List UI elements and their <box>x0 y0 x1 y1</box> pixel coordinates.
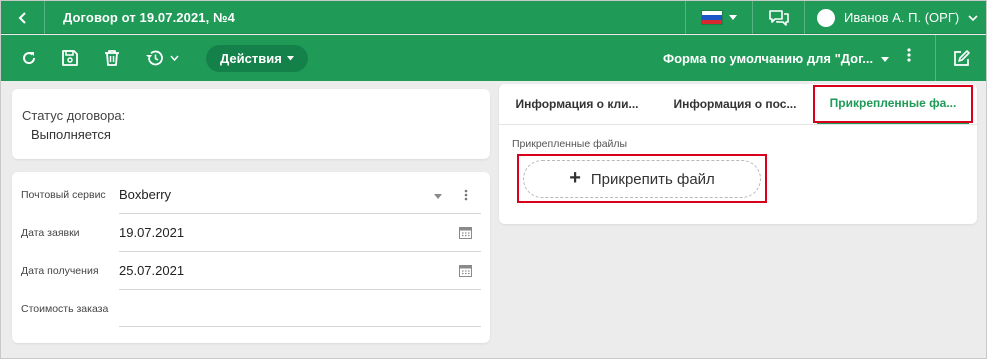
field-receipt-date: Дата получения 25.07.2021 <box>12 252 490 290</box>
form-selector[interactable]: Форма по умолчанию для "Дог... <box>663 45 893 72</box>
status-card: Статус договора: Выполняется <box>12 89 490 159</box>
chevron-down-icon <box>968 14 978 21</box>
attach-file-label: Прикрепить файл <box>590 170 715 188</box>
tab-client-info[interactable]: Информация о кли... <box>509 84 645 124</box>
field-label: Дата заявки <box>21 227 80 239</box>
form-options-button[interactable] <box>907 48 911 67</box>
chevron-left-icon <box>18 11 26 24</box>
user-menu[interactable]: Иванов А. П. (ОРГ) <box>817 1 986 34</box>
save-button[interactable] <box>59 47 81 69</box>
tab-divider <box>499 124 977 125</box>
russia-flag-icon <box>701 10 723 25</box>
receipt-date-input[interactable]: 25.07.2021 <box>119 263 184 278</box>
status-label: Статус договора: <box>22 108 126 123</box>
messages-button[interactable] <box>753 1 805 34</box>
top-bar: Договор от 19.07.2021, №4 Иванов А. П. (… <box>1 1 986 34</box>
back-button[interactable] <box>1 1 45 34</box>
status-value: Выполняется <box>31 127 111 142</box>
actions-label: Действия <box>220 51 282 66</box>
caret-down-icon[interactable] <box>434 194 442 199</box>
field-label: Стоимость заказа <box>21 303 109 315</box>
field-order-cost: Стоимость заказа <box>12 290 490 327</box>
plus-icon: + <box>569 167 581 189</box>
field-label: Дата получения <box>21 265 99 277</box>
save-icon <box>62 50 78 66</box>
chevron-down-icon <box>170 55 179 61</box>
avatar <box>817 8 835 27</box>
language-selector[interactable] <box>685 1 753 34</box>
caret-down-icon <box>286 56 294 61</box>
user-name: Иванов А. П. (ОРГ) <box>844 10 960 25</box>
trash-icon <box>105 50 119 66</box>
caret-down-icon <box>729 15 737 20</box>
more-vertical-icon[interactable] <box>464 189 468 201</box>
history-button[interactable] <box>144 47 186 69</box>
refresh-icon <box>23 52 36 65</box>
toolbar: Действия Форма по умолчанию для "Дог... <box>1 35 986 81</box>
field-label: Почтовый сервис <box>21 189 106 201</box>
edit-icon <box>954 50 970 66</box>
field-underline <box>119 326 481 327</box>
attach-file-button[interactable]: + Прикрепить файл <box>523 160 761 198</box>
tab-highlight-box <box>813 85 973 123</box>
app-window: Договор от 19.07.2021, №4 Иванов А. П. (… <box>0 0 987 359</box>
tabs-card: Информация о кли... Информация о пос... … <box>499 84 977 224</box>
more-vertical-icon <box>907 48 911 62</box>
field-postal-service: Почтовый сервис Boxberry <box>12 176 490 214</box>
calendar-icon[interactable] <box>459 264 472 277</box>
order-fields-card: Почтовый сервис Boxberry Дата заявки 19.… <box>12 172 490 343</box>
request-date-input[interactable]: 19.07.2021 <box>119 225 184 240</box>
chat-icon <box>768 9 789 26</box>
form-selector-value: Форма по умолчанию для "Дог... <box>663 51 874 66</box>
tab-supplier-info[interactable]: Информация о пос... <box>665 84 805 124</box>
caret-down-icon <box>881 57 889 62</box>
attached-files-label: Прикрепленные файлы <box>512 138 628 150</box>
history-icon <box>146 50 163 66</box>
calendar-icon[interactable] <box>459 226 472 239</box>
document-title: Договор от 19.07.2021, №4 <box>63 10 235 25</box>
postal-service-select[interactable]: Boxberry <box>119 187 171 202</box>
delete-button[interactable] <box>101 47 123 69</box>
field-request-date: Дата заявки 19.07.2021 <box>12 214 490 252</box>
actions-button[interactable]: Действия <box>206 45 308 72</box>
refresh-button[interactable] <box>18 47 40 69</box>
edit-form-button[interactable] <box>935 35 986 81</box>
